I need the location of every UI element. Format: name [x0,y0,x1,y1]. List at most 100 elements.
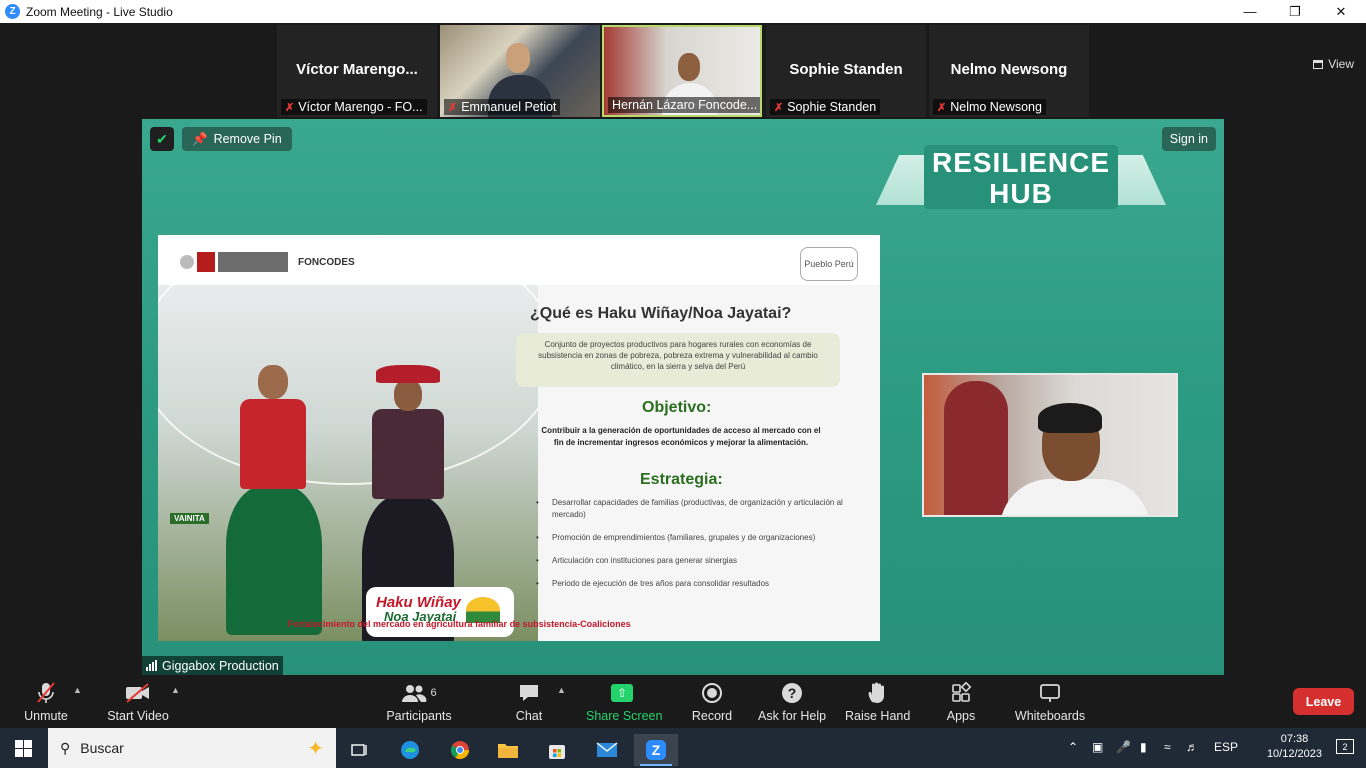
slide-photo: VAINITA Haku Wiñay Noa Jayatai [158,285,538,641]
unmute-button[interactable]: Unmute [20,679,72,723]
whiteboards-label: Whiteboards [1014,709,1086,723]
ask-for-help-button[interactable]: ? Ask for Help [758,679,826,723]
participant-label: ✗ Víctor Marengo - FO... [281,99,427,115]
chat-button[interactable]: Chat [510,679,548,723]
whiteboards-button[interactable]: Whiteboards [1014,679,1086,723]
slide-title: ¿Qué es Haku Wiñay/Noa Jayatai? [530,305,792,322]
minimize-icon[interactable]: — [1227,0,1273,23]
meeting-toolbar: Unmute ▲ Start Video ▲ 6 Participants Ch… [0,675,1366,728]
battery-icon[interactable]: ▮ [1140,740,1147,754]
zoom-taskbar-icon[interactable]: Z [634,734,678,766]
store-icon[interactable] [535,734,579,766]
microphone-icon[interactable]: 🎤 [1116,740,1131,754]
mic-muted-icon: ✗ [448,101,458,114]
start-video-button[interactable]: Start Video [106,679,170,723]
participant-tile-active-speaker[interactable]: Hernán Lázaro Foncode... [602,25,762,117]
windows-start-icon[interactable] [15,740,32,757]
raise-hand-icon [845,679,907,707]
window-titlebar: Z Zoom Meeting - Live Studio — ❐ ✕ [0,0,1366,23]
apps-button[interactable]: Apps [944,679,978,723]
participants-icon: 6 [386,679,452,707]
speaker-video-overlay [922,373,1178,517]
apps-label: Apps [946,709,976,723]
chevron-up-icon[interactable]: ⌃ [1068,740,1078,754]
edge-icon[interactable] [388,734,432,766]
sign-in-button[interactable]: Sign in [1161,127,1216,151]
leave-button[interactable]: Leave [1293,688,1354,715]
wifi-icon[interactable]: ≈ [1164,740,1171,754]
participant-label: ✗ Nelmo Newsong [933,99,1046,115]
share-screen-button[interactable]: ⇧ Share Screen [586,679,663,723]
raise-hand-label: Raise Hand [845,709,911,723]
participant-big-name: Nelmo Newsong [950,61,1068,78]
signal-bars-icon [146,660,157,671]
participant-big-name: Sophie Standen [789,61,903,78]
participant-name: Sophie Standen [787,100,877,114]
record-icon [690,679,734,707]
record-label: Record [691,709,733,723]
clock-date: 10/12/2023 [1266,748,1322,760]
chevron-up-icon[interactable]: ▲ [171,685,180,695]
participant-name: Hernán Lázaro Foncode... [612,98,758,112]
resilience-hub-logo: RESILIENCE HUB [876,145,1166,213]
close-icon[interactable]: ✕ [1318,0,1364,23]
restore-icon[interactable]: ❐ [1272,0,1318,23]
slide-footer: Fortalecimiento del mercado en agricultu… [288,619,631,629]
record-button[interactable]: Record [690,679,734,723]
list-item: Promoción de emprendimientos (familiares… [536,532,846,544]
mic-muted-icon [20,679,72,707]
mic-muted-icon: ✗ [285,101,295,114]
apps-icon [944,679,978,707]
participant-name: Emmanuel Petiot [461,100,557,114]
camera-in-use-icon[interactable]: ▣ [1092,740,1103,754]
svg-text:?: ? [788,685,797,701]
chat-label: Chat [515,709,543,723]
share-screen-icon: ⇧ [611,684,633,702]
chevron-up-icon[interactable]: ▲ [557,685,566,695]
taskbar-clock[interactable]: 07:38 10/12/2023 [1267,732,1322,762]
raise-hand-button[interactable]: Raise Hand [845,679,911,723]
start-video-label: Start Video [107,709,169,723]
participant-tile[interactable]: Nelmo Newsong ✗ Nelmo Newsong [929,25,1089,117]
participant-tile[interactable]: Víctor Marengo... ✗ Víctor Marengo - FO..… [277,25,437,117]
file-explorer-icon[interactable] [486,734,530,766]
share-screen-label: Share Screen [586,709,663,723]
participant-tile[interactable]: Sophie Standen ✗ Sophie Standen [766,25,926,117]
volume-icon[interactable]: ♬ [1186,740,1198,754]
list-item: Articulación con instituciones para gene… [536,555,846,567]
search-icon: ⚲ [60,739,71,756]
producer-name: Giggabox Production [162,658,279,673]
task-view-icon[interactable] [338,734,382,766]
chrome-icon[interactable] [438,734,482,766]
notifications-icon[interactable]: 2 [1336,739,1354,754]
windows-taskbar: ⚲ Buscar ✦ Z ⌃ ▣ 🎤 ▮ ≈ ♬ ESP 07:38 10/12… [0,728,1366,768]
participant-strip: Víctor Marengo... ✗ Víctor Marengo - FO..… [0,23,1366,119]
participant-tile[interactable]: ✗ Emmanuel Petiot [440,25,600,117]
view-button[interactable]: View [1313,57,1354,71]
producer-label: Giggabox Production [142,656,283,675]
presentation-slide: FONCODES Pueblo Perú VAINITA Haku Wiñay … [158,235,880,641]
search-placeholder: Buscar [80,740,124,756]
taskbar-search[interactable]: ⚲ Buscar ✦ [48,728,336,768]
ministry-logo [180,251,290,273]
mail-icon[interactable] [585,734,629,766]
remove-pin-button[interactable]: 📌 Remove Pin [182,127,292,151]
notification-count: 2 [1342,741,1348,752]
participant-big-name: Víctor Marengo... [296,61,418,78]
woman-figure [226,365,322,641]
strategy-list: Desarrollar capacidades de familias (pro… [536,497,846,601]
language-indicator[interactable]: ESP [1214,740,1238,754]
slide-header: FONCODES Pueblo Perú [158,235,880,285]
shield-icon[interactable]: ✔ [150,127,174,151]
chevron-up-icon[interactable]: ▲ [73,685,82,695]
slide-definition: Conjunto de proyectos productivos para h… [516,333,840,387]
haku-winay-logo: Haku Wiñay Noa Jayatai [366,587,514,637]
participants-button[interactable]: 6 Participants [386,679,452,723]
foncodes-logo: FONCODES [298,257,355,268]
chat-icon [510,679,548,707]
sign-in-label: Sign in [1169,132,1208,146]
view-label: View [1328,57,1354,71]
badge-line1: Haku Wiñay [376,594,461,611]
zoom-icon: Z [5,4,20,19]
crop-tag: VAINITA [170,513,209,524]
